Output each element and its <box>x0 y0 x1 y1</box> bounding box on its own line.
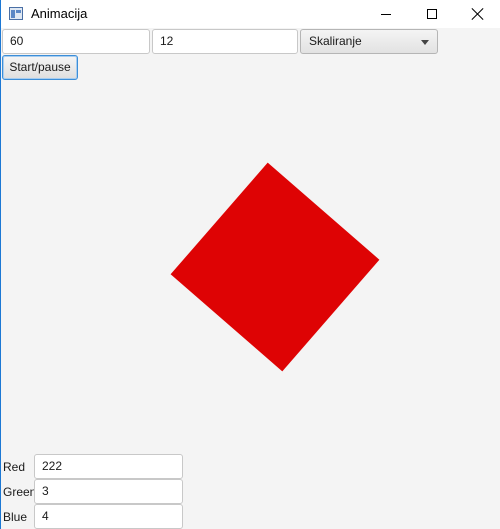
fps-input[interactable]: 60 <box>2 29 150 54</box>
chevron-down-icon <box>421 40 429 45</box>
animation-mode-select[interactable]: Skaliranje <box>300 29 438 54</box>
app-window: Animacija 60 12 Skaliranje Start/pause R… <box>0 0 500 529</box>
start-pause-button[interactable]: Start/pause <box>2 55 78 80</box>
green-label: Green <box>3 485 37 499</box>
red-label: Red <box>3 460 26 474</box>
animation-mode-value: Skaliranje <box>309 34 362 48</box>
app-icon <box>9 7 23 20</box>
blue-input[interactable]: 4 <box>34 504 183 529</box>
animated-square <box>170 162 380 372</box>
red-input[interactable]: 222 <box>34 454 183 479</box>
blue-label: Blue <box>3 510 28 524</box>
close-icon <box>472 8 484 20</box>
title-bar[interactable]: Animacija <box>1 0 500 28</box>
green-input[interactable]: 3 <box>34 479 183 504</box>
step-input[interactable]: 12 <box>152 29 298 54</box>
close-button[interactable] <box>455 0 500 28</box>
window-title: Animacija <box>31 6 88 21</box>
maximize-button[interactable] <box>409 0 455 28</box>
minimize-button[interactable] <box>363 0 409 28</box>
maximize-icon <box>427 9 437 19</box>
minimize-icon <box>381 13 391 15</box>
